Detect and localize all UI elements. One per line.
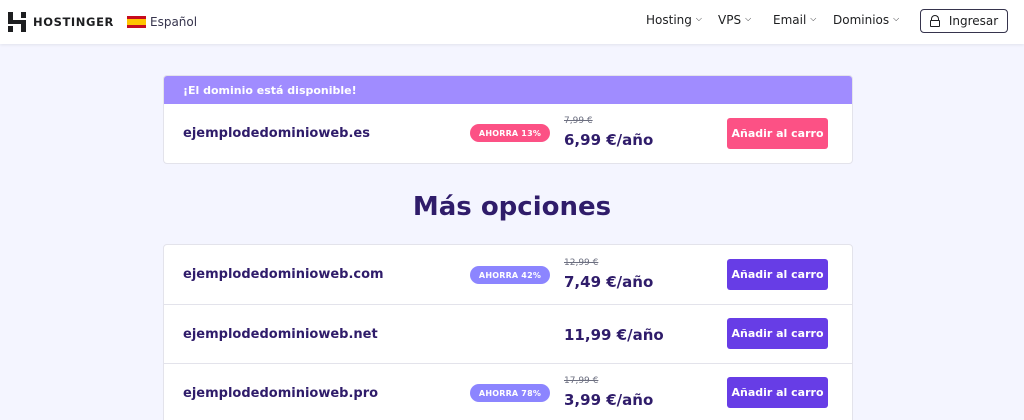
chevron-down-icon: ⌵ (745, 14, 752, 23)
brand-name: HOSTINGER (33, 15, 114, 29)
nav-email[interactable]: Email ⌵ (773, 13, 816, 27)
spain-flag-icon (127, 16, 146, 28)
chevron-down-icon: ⌵ (695, 14, 702, 23)
domain-name: ejemplodedominioweb.net (183, 326, 378, 342)
nav-email-label: Email (773, 13, 807, 27)
nav-dominios[interactable]: Dominios ⌵ (833, 13, 899, 27)
login-label: Ingresar (948, 14, 999, 28)
domain-name: ejemplodedominioweb.pro (183, 385, 379, 401)
more-options-card: ejemplodedominioweb.com AHORRA 42% 12,99… (163, 244, 853, 420)
domain-row: ejemplodedominioweb.es AHORRA 13% 7,99 €… (164, 104, 852, 163)
price: 3,99 €/año (564, 391, 654, 409)
more-options-title: Más opciones (412, 192, 612, 222)
price: 7,49 €/año (564, 273, 654, 291)
site-header: HOSTINGER Español Hosting ⌵ VPS ⌵ Email … (0, 0, 1024, 44)
nav-hosting-label: Hosting (646, 13, 692, 27)
availability-banner: ¡El dominio está disponible! (164, 76, 852, 104)
domain-row: ejemplodedominioweb.net 11,99 €/año Añad… (164, 304, 852, 363)
domain-name: ejemplodedominioweb.com (183, 267, 384, 282)
nav-vps[interactable]: VPS ⌵ (718, 13, 751, 27)
chevron-down-icon: ⌵ (810, 14, 817, 23)
add-to-cart-button[interactable]: Añadir al carro (727, 377, 828, 408)
nav-hosting[interactable]: Hosting ⌵ (646, 13, 702, 27)
lock-icon (929, 15, 940, 27)
nav-vps-label: VPS (718, 13, 742, 27)
add-to-cart-button[interactable]: Añadir al carro (727, 259, 828, 290)
available-domain-card: ¡El dominio está disponible! ejemplodedo… (163, 75, 853, 164)
discount-badge: AHORRA 13% (470, 124, 550, 142)
hostinger-logo-icon (8, 12, 26, 32)
language-label: Español (150, 15, 198, 29)
discount-badge: AHORRA 78% (470, 384, 550, 402)
old-price: 12,99 € (564, 258, 599, 268)
domain-row: ejemplodedominioweb.pro AHORRA 78% 17,99… (164, 363, 852, 420)
old-price: 17,99 € (564, 376, 599, 386)
price: 6,99 €/año (564, 131, 654, 149)
nav-dominios-label: Dominios (833, 13, 890, 27)
chevron-down-icon: ⌵ (893, 14, 900, 23)
add-to-cart-button[interactable]: Añadir al carro (727, 318, 828, 349)
old-price: 7,99 € (564, 116, 593, 126)
domain-row: ejemplodedominioweb.com AHORRA 42% 12,99… (164, 245, 852, 304)
price: 11,99 €/año (564, 326, 664, 344)
language-selector[interactable]: Español (127, 13, 197, 31)
domain-name: ejemplodedominioweb.es (183, 126, 370, 141)
discount-badge: AHORRA 42% (470, 266, 550, 284)
login-button[interactable]: Ingresar (920, 9, 1008, 33)
add-to-cart-button[interactable]: Añadir al carro (727, 118, 828, 149)
hostinger-logo[interactable]: HOSTINGER (8, 11, 114, 33)
